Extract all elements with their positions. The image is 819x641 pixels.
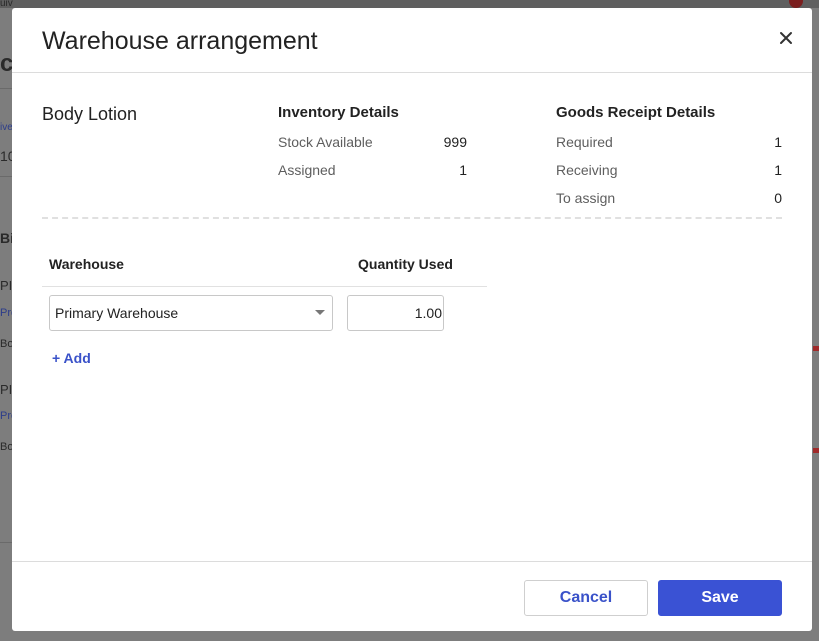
quantity-used-input[interactable]	[347, 295, 444, 331]
inventory-details-title: Inventory Details	[278, 104, 399, 121]
add-warehouse-link[interactable]: + Add	[52, 350, 91, 366]
receiving-label: Receiving	[556, 162, 618, 178]
background-text: ive	[0, 122, 13, 133]
warehouse-select-value: Primary Warehouse	[55, 305, 179, 321]
stock-available-label: Stock Available	[278, 134, 373, 150]
save-button[interactable]: Save	[658, 580, 782, 616]
dialog-title: Warehouse arrangement	[42, 27, 318, 55]
assigned-label: Assigned	[278, 162, 336, 178]
background-topbar	[0, 0, 819, 8]
background-divider	[0, 542, 12, 543]
warehouse-column-header: Warehouse	[49, 256, 124, 272]
cancel-button[interactable]: Cancel	[524, 580, 648, 616]
background-divider	[0, 176, 12, 177]
to-assign-label: To assign	[556, 190, 616, 206]
background-marker	[813, 346, 819, 351]
goods-receipt-details-title: Goods Receipt Details	[556, 104, 716, 121]
required-value: 1	[774, 134, 782, 150]
close-button[interactable]	[774, 26, 798, 50]
background-marker	[813, 448, 819, 453]
warehouse-arrangement-dialog: Warehouse arrangement Body Lotion Invent…	[12, 8, 812, 631]
chevron-down-icon	[315, 310, 325, 315]
dialog-footer: Cancel Save	[12, 561, 812, 632]
background-divider	[0, 88, 12, 89]
product-name: Body Lotion	[42, 104, 138, 124]
section-divider	[42, 217, 782, 219]
close-icon	[780, 32, 792, 44]
required-label: Required	[556, 134, 613, 150]
assigned-value: 1	[459, 162, 467, 178]
quantity-used-column-header: Quantity Used	[358, 256, 453, 272]
background-text: uiv	[0, 0, 13, 9]
to-assign-value: 0	[774, 190, 782, 206]
receiving-value: 1	[774, 162, 782, 178]
dialog-header: Warehouse arrangement	[12, 8, 812, 73]
warehouse-select[interactable]: Primary Warehouse	[49, 295, 333, 331]
table-header-divider	[42, 286, 487, 287]
stock-available-value: 999	[443, 134, 467, 150]
